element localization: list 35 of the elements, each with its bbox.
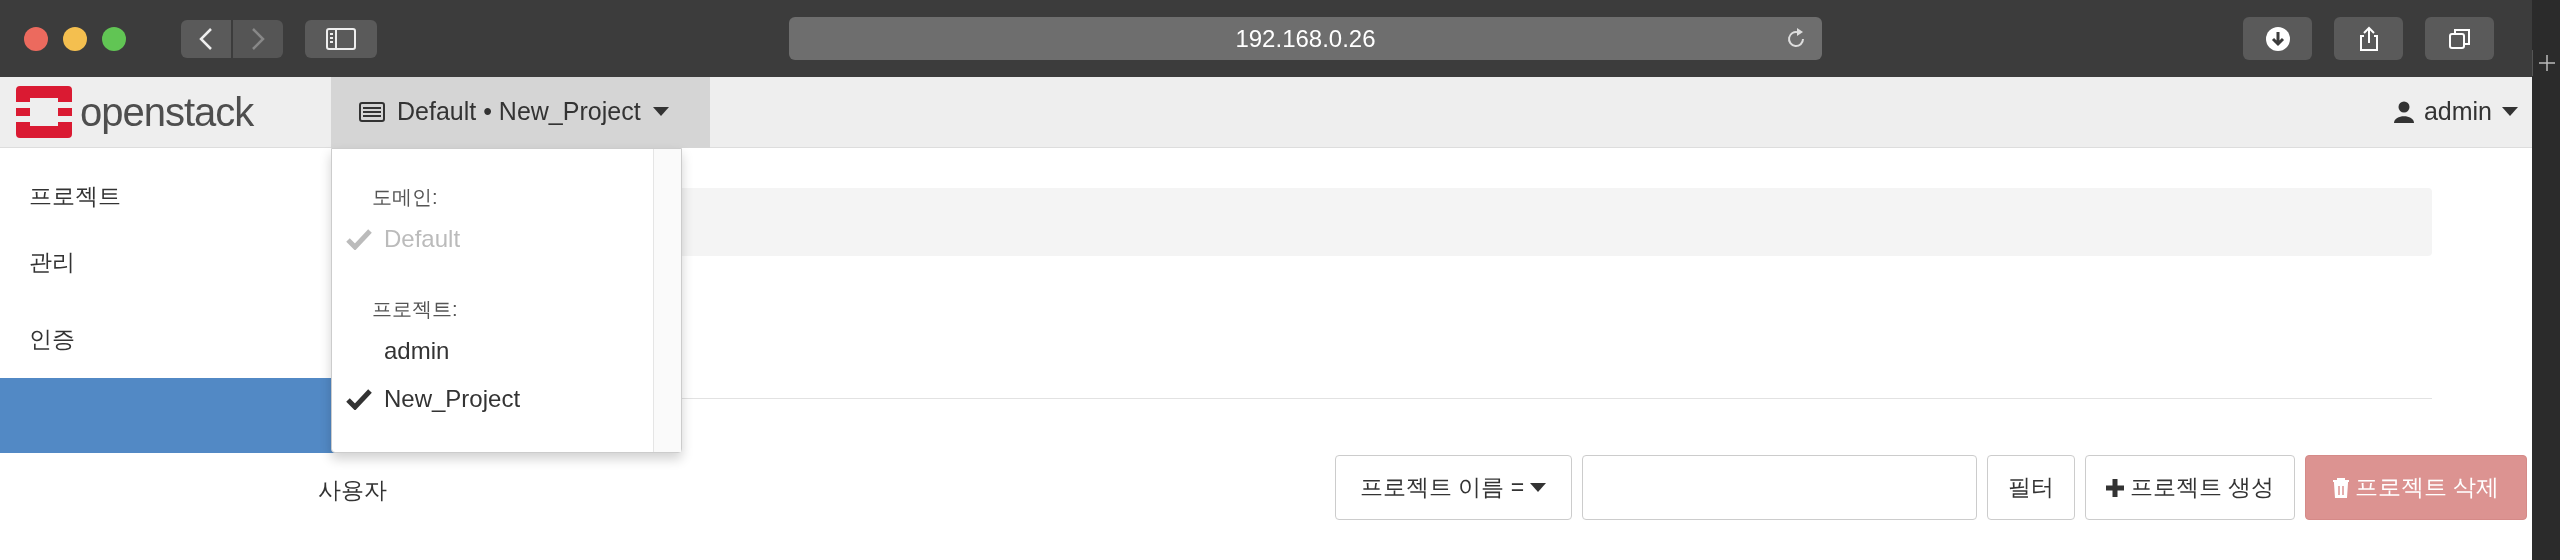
sidebar-icon (326, 27, 356, 50)
plus-icon (2105, 478, 2124, 497)
project-context-dropdown[interactable]: Default • New_Project (331, 76, 710, 148)
tabs-button[interactable] (2425, 17, 2494, 60)
caret-icon (652, 107, 669, 117)
trash-icon (2332, 477, 2349, 498)
caret-icon (2502, 107, 2518, 117)
user-menu[interactable]: admin (2393, 93, 2518, 131)
menu-section-heading: 프로젝트: (371, 297, 459, 322)
url-text: 192.168.0.26 (1235, 23, 1376, 54)
address-bar[interactable]: 192.168.0.26 (789, 17, 1822, 60)
filter-field-select[interactable]: 프로젝트 이름 = (1334, 455, 1572, 520)
menu-section-heading: 도메인: (371, 185, 439, 210)
plus-icon (2536, 53, 2557, 73)
download-icon (2264, 25, 2291, 52)
menu-item[interactable]: New_Project (384, 381, 521, 417)
forward-icon (250, 26, 266, 51)
share-button[interactable] (2334, 17, 2403, 60)
create-project-button[interactable]: 프로젝트 생성 (2084, 455, 2295, 520)
logo-text: openstack (80, 89, 254, 136)
user-icon (2393, 101, 2414, 123)
menu-item: Default (384, 224, 461, 254)
window-control[interactable] (63, 26, 87, 51)
window-control[interactable] (24, 26, 48, 51)
back-icon (198, 26, 214, 51)
caret-icon (1530, 482, 1547, 493)
list-icon (359, 102, 385, 122)
filter-input[interactable] (1581, 455, 1977, 520)
back-button[interactable] (181, 19, 231, 58)
logo-icon (16, 86, 72, 138)
window-control[interactable] (102, 26, 126, 51)
download-button[interactable] (2243, 17, 2312, 60)
sidebar-toggle-button[interactable] (305, 19, 377, 58)
menu-item[interactable]: admin (384, 333, 450, 369)
filter-button[interactable]: 필터 (1986, 455, 2075, 520)
